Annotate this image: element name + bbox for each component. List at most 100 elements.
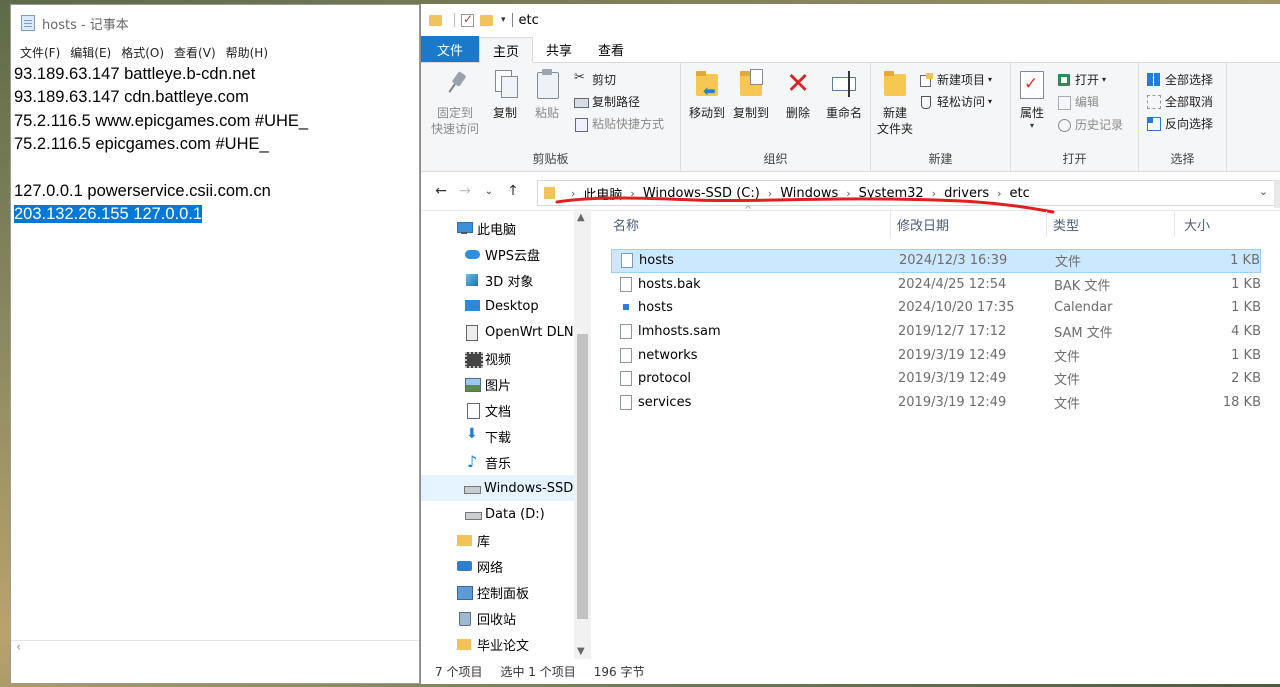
column-header-date[interactable]: 修改日期 — [897, 209, 1047, 239]
pin-quick-access-button[interactable]: 固定到 快速访问 — [427, 69, 483, 137]
file-row[interactable]: services 2019/3/19 12:49 文件 18 KB — [611, 391, 1261, 415]
breadcrumb-windows-ssd[interactable]: Windows-SSD (C:) — [643, 186, 760, 201]
copy-path-button[interactable]: 复制路径 — [574, 93, 640, 110]
breadcrumb-separator-icon[interactable]: › — [630, 187, 634, 200]
tab-view[interactable]: 查看 — [585, 36, 637, 62]
nav-item-pictures[interactable]: 图片 — [465, 371, 511, 397]
nav-item-documents[interactable]: 文档 — [465, 397, 511, 423]
breadcrumb-drivers[interactable]: drivers — [944, 186, 989, 201]
move-to-button[interactable]: ⬅ 移动到 — [687, 69, 727, 121]
nav-item-network[interactable]: 网络 — [457, 553, 503, 579]
breadcrumb-separator-icon[interactable]: › — [932, 187, 936, 200]
column-divider[interactable] — [1174, 211, 1175, 237]
column-divider[interactable] — [890, 211, 891, 237]
nav-item-libraries[interactable]: 库 — [457, 527, 490, 553]
file-row[interactable]: lmhosts.sam 2019/12/7 17:12 SAM 文件 4 KB — [611, 320, 1261, 344]
new-folder-quick-icon[interactable] — [480, 14, 493, 26]
scrollbar-thumb[interactable] — [577, 334, 588, 619]
nav-item-music[interactable]: 音乐 — [465, 449, 511, 475]
explorer-titlebar[interactable]: ▾ etc — [421, 4, 1280, 36]
nav-item-downloads[interactable]: 下载 — [465, 423, 511, 449]
nav-item-videos[interactable]: 视频 — [465, 345, 511, 371]
history-button[interactable]: 历史记录 — [1057, 116, 1123, 133]
column-header-name[interactable]: 名称 — [613, 209, 888, 239]
paste-button[interactable]: 粘贴 — [529, 69, 565, 121]
edit-button[interactable]: 编辑 — [1057, 93, 1099, 110]
file-name: hosts.bak — [638, 276, 701, 292]
nav-item-data-d[interactable]: Data (D:) — [465, 501, 545, 527]
text-line[interactable] — [14, 157, 419, 180]
text-line[interactable]: 127.0.0.1 powerservice.csii.com.cn — [14, 180, 419, 203]
breadcrumb-separator-icon[interactable]: › — [768, 187, 772, 200]
notepad-titlebar[interactable]: hosts - 记事本 — [11, 5, 419, 41]
easy-access-button[interactable]: 轻松访问 ▾ — [919, 93, 992, 110]
scroll-down-icon[interactable]: ▼ — [577, 646, 585, 657]
copy-to-button[interactable]: 复制到 — [731, 69, 771, 121]
breadcrumb-separator-icon[interactable]: › — [997, 187, 1001, 200]
file-row[interactable]: hosts 2024/10/20 17:35 Calendar 1 KB — [611, 296, 1261, 320]
file-row[interactable]: networks 2019/3/19 12:49 文件 1 KB — [611, 343, 1261, 367]
customize-quick-access-dropdown[interactable]: ▾ — [501, 15, 506, 25]
new-item-button[interactable]: 新建项目 ▾ — [919, 71, 992, 88]
selected-text-line[interactable]: 203.132.26.155 127.0.0.1 — [14, 203, 419, 226]
nav-item-recycle-bin[interactable]: 回收站 — [457, 605, 516, 631]
menu-edit[interactable]: 编辑(E) — [65, 44, 116, 61]
file-row[interactable]: protocol 2019/3/19 12:49 文件 2 KB — [611, 367, 1261, 391]
new-folder-button[interactable]: 新建 文件夹 — [875, 69, 915, 137]
address-dropdown-chevron-icon[interactable]: ⌄ — [1259, 185, 1268, 198]
invert-selection-button[interactable]: 反向选择 — [1147, 115, 1213, 132]
nav-item-thesis-folder[interactable]: 毕业论文 — [457, 631, 529, 657]
tab-home[interactable]: 主页 — [479, 37, 534, 63]
select-none-button[interactable]: 全部取消 — [1147, 93, 1213, 110]
text-line[interactable]: 93.189.63.147 battleye.b-cdn.net — [14, 63, 419, 86]
scroll-up-icon[interactable]: ▲ — [577, 212, 585, 223]
breadcrumb-separator-icon[interactable]: › — [571, 187, 575, 200]
column-header-size[interactable]: 大小 — [1184, 209, 1264, 239]
rename-button[interactable]: 重命名 — [823, 69, 865, 121]
menu-view[interactable]: 查看(V) — [169, 44, 221, 61]
select-all-button[interactable]: 全部选择 — [1147, 71, 1213, 88]
text-line[interactable]: 75.2.116.5 epicgames.com #UHE_ — [14, 133, 419, 156]
delete-button[interactable]: 删除 — [783, 66, 813, 121]
nav-item-wps-cloud[interactable]: WPS云盘 — [465, 241, 540, 267]
menu-help[interactable]: 帮助(H) — [221, 44, 273, 61]
nav-item-3d-objects[interactable]: 3D 对象 — [465, 267, 533, 293]
cut-button[interactable]: 剪切 — [574, 70, 616, 88]
notepad-horizontal-scrollbar[interactable] — [11, 640, 419, 657]
nav-item-desktop[interactable]: Desktop — [465, 293, 539, 319]
breadcrumb-windows[interactable]: Windows — [780, 186, 838, 201]
file-date: 2019/3/19 12:49 — [898, 371, 1007, 387]
navigation-pane-scrollbar[interactable]: ▲ ▼ — [574, 209, 591, 659]
copy-button[interactable]: 复制 — [487, 69, 523, 121]
breadcrumb-separator-icon[interactable]: › — [846, 187, 850, 200]
breadcrumb-system32[interactable]: System32 — [859, 186, 924, 201]
nav-item-this-pc[interactable]: 此电脑 — [457, 215, 516, 241]
column-header-type[interactable]: 类型 — [1053, 209, 1173, 239]
file-row[interactable]: hosts.bak 2024/4/25 12:54 BAK 文件 1 KB — [611, 273, 1261, 297]
paste-shortcut-button[interactable]: 粘贴快捷方式 — [574, 115, 664, 132]
column-divider[interactable] — [1046, 211, 1047, 237]
properties-quick-icon[interactable] — [461, 12, 474, 27]
address-bar[interactable]: › 此电脑 › Windows-SSD (C:) › Windows › Sys… — [537, 180, 1277, 206]
recent-locations-chevron-icon[interactable]: ⌄ — [477, 186, 501, 197]
breadcrumb-this-pc[interactable]: 此电脑 — [583, 184, 622, 203]
file-row[interactable]: hosts 2024/12/3 16:39 文件 1 KB — [611, 249, 1261, 273]
open-button[interactable]: 打开 ▾ — [1057, 71, 1106, 88]
nav-item-windows-ssd[interactable]: Windows-SSD — [421, 475, 574, 501]
properties-button[interactable]: 属性 ▾ — [1017, 69, 1047, 130]
forward-arrow-icon[interactable]: → — [453, 183, 477, 199]
text-line[interactable]: 93.189.63.147 cdn.battleye.com — [14, 86, 419, 109]
nav-item-openwrt[interactable]: OpenWrt DLN — [465, 319, 574, 345]
nav-item-control-panel[interactable]: 控制面板 — [457, 579, 529, 605]
file-size: 1 KB — [1230, 253, 1260, 269]
breadcrumb-etc[interactable]: etc — [1010, 186, 1030, 201]
tab-share[interactable]: 共享 — [533, 36, 585, 62]
notepad-text-area[interactable]: 93.189.63.147 battleye.b-cdn.net 93.189.… — [11, 63, 419, 227]
delete-label: 删除 — [785, 106, 810, 120]
back-arrow-icon[interactable]: ← — [429, 183, 453, 199]
text-line[interactable]: 75.2.116.5 www.epicgames.com #UHE_ — [14, 110, 419, 133]
menu-file[interactable]: 文件(F) — [15, 44, 65, 61]
up-arrow-icon[interactable]: ↑ — [501, 183, 525, 199]
tab-file[interactable]: 文件 — [421, 36, 480, 62]
menu-format[interactable]: 格式(O) — [116, 44, 169, 61]
